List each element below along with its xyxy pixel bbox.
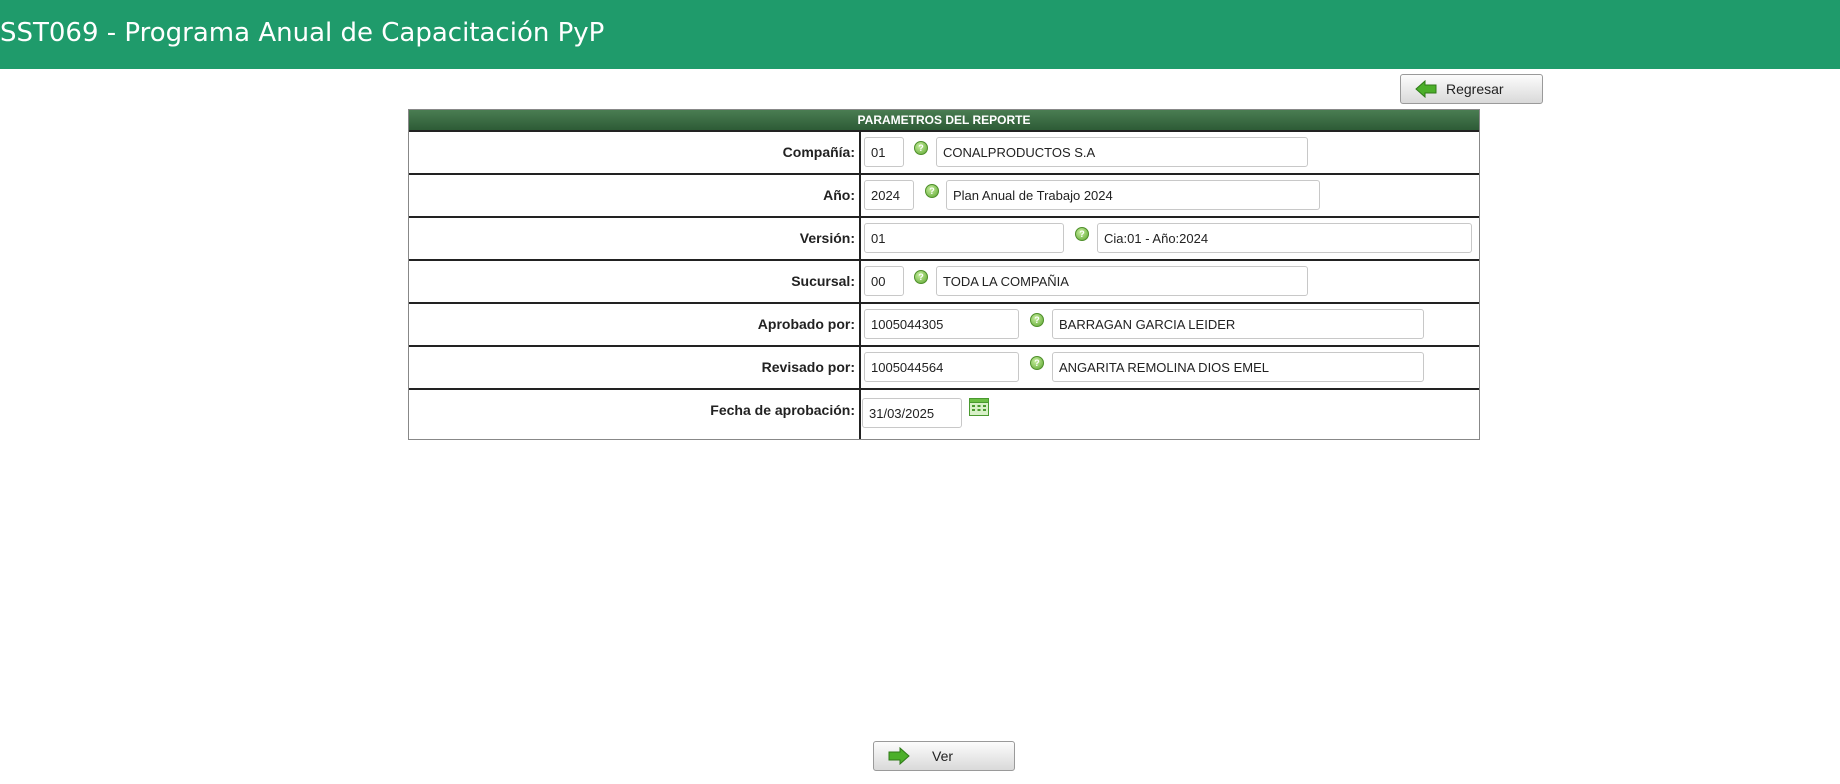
approved-by-name-field[interactable]: BARRAGAN GARCIA LEIDER: [1052, 309, 1424, 339]
version-description-field[interactable]: Cia:01 - Año:2024: [1097, 223, 1472, 253]
form-row-reviewed-by: Revisado por: 1005044564 ? ANGARITA REMO…: [409, 345, 1479, 388]
branch-code-field[interactable]: 00: [864, 266, 904, 296]
form-row-company: Compañía: 01 ? CONALPRODUCTOS S.A: [409, 130, 1479, 173]
report-parameters-heading: PARAMETROS DEL REPORTE: [409, 110, 1479, 130]
row-divider: [859, 304, 861, 345]
year-code-field[interactable]: 2024: [864, 180, 914, 210]
help-icon[interactable]: ?: [914, 141, 928, 155]
company-code-field[interactable]: 01: [864, 137, 904, 167]
form-row-approved-by: Aprobado por: 1005044305 ? BARRAGAN GARC…: [409, 302, 1479, 345]
arrow-right-icon: [888, 747, 910, 765]
help-icon[interactable]: ?: [1030, 313, 1044, 327]
approval-date-field[interactable]: 31/03/2025: [862, 398, 962, 428]
help-icon[interactable]: ?: [925, 184, 939, 198]
calendar-icon[interactable]: [969, 398, 989, 416]
row-divider: [859, 175, 861, 216]
form-row-version: Versión: 01 ? Cia:01 - Año:2024: [409, 216, 1479, 259]
back-button[interactable]: Regresar: [1400, 74, 1543, 104]
version-code-field[interactable]: 01: [864, 223, 1064, 253]
help-icon[interactable]: ?: [914, 270, 928, 284]
company-name-field[interactable]: CONALPRODUCTOS S.A: [936, 137, 1308, 167]
reviewed-by-name-field[interactable]: ANGARITA REMOLINA DIOS EMEL: [1052, 352, 1424, 382]
approved-by-label: Aprobado por:: [757, 316, 855, 332]
form-row-approval-date: Fecha de aprobación: 31/03/2025: [409, 388, 1479, 439]
branch-name-field[interactable]: TODA LA COMPAÑIA: [936, 266, 1308, 296]
help-icon[interactable]: ?: [1075, 227, 1089, 241]
form-row-year: Año: 2024 ? Plan Anual de Trabajo 2024: [409, 173, 1479, 216]
view-button[interactable]: Ver: [873, 741, 1015, 771]
approved-by-id-field[interactable]: 1005044305: [864, 309, 1019, 339]
row-divider: [859, 347, 861, 388]
year-label: Año:: [823, 187, 855, 203]
row-divider: [859, 132, 861, 173]
help-icon[interactable]: ?: [1030, 356, 1044, 370]
arrow-left-icon: [1415, 80, 1437, 98]
row-divider: [859, 261, 861, 302]
branch-label: Sucursal:: [791, 273, 855, 289]
report-parameters-panel: PARAMETROS DEL REPORTE Compañía: 01 ? CO…: [408, 109, 1480, 440]
view-button-label: Ver: [932, 748, 954, 764]
title-bar: SST069 - Programa Anual de Capacitación …: [0, 0, 1840, 69]
back-button-label: Regresar: [1446, 81, 1504, 97]
page-title: SST069 - Programa Anual de Capacitación …: [0, 18, 605, 48]
row-divider: [859, 218, 861, 259]
row-divider: [859, 390, 861, 439]
company-label: Compañía:: [782, 144, 855, 160]
reviewed-by-label: Revisado por:: [761, 359, 855, 375]
version-label: Versión:: [799, 230, 855, 246]
reviewed-by-id-field[interactable]: 1005044564: [864, 352, 1019, 382]
form-row-branch: Sucursal: 00 ? TODA LA COMPAÑIA: [409, 259, 1479, 302]
year-plan-field[interactable]: Plan Anual de Trabajo 2024: [946, 180, 1320, 210]
approval-date-label: Fecha de aprobación:: [710, 402, 855, 418]
